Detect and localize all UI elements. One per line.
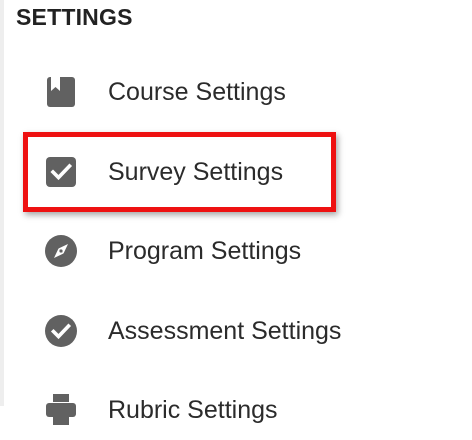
menu-item-course-settings[interactable]: Course Settings bbox=[36, 62, 456, 122]
menu-item-rubric-settings[interactable]: Rubric Settings bbox=[36, 380, 456, 440]
settings-section-title: SETTINGS bbox=[16, 4, 133, 30]
check-circle-icon bbox=[44, 314, 78, 348]
book-icon bbox=[44, 75, 78, 109]
menu-item-label: Program Settings bbox=[108, 237, 302, 265]
menu-item-assessment-settings[interactable]: Assessment Settings bbox=[36, 301, 456, 361]
menu-item-label: Survey Settings bbox=[108, 158, 284, 186]
menu-item-program-settings[interactable]: Program Settings bbox=[36, 221, 456, 281]
checkbox-icon bbox=[44, 155, 78, 189]
printer-icon bbox=[44, 393, 78, 427]
compass-icon bbox=[44, 234, 78, 268]
menu-item-label: Assessment Settings bbox=[108, 317, 342, 345]
menu-item-survey-settings[interactable]: Survey Settings bbox=[36, 142, 456, 202]
menu-item-label: Rubric Settings bbox=[108, 396, 278, 424]
panel-left-edge bbox=[0, 0, 4, 406]
menu-item-label: Course Settings bbox=[108, 78, 286, 106]
